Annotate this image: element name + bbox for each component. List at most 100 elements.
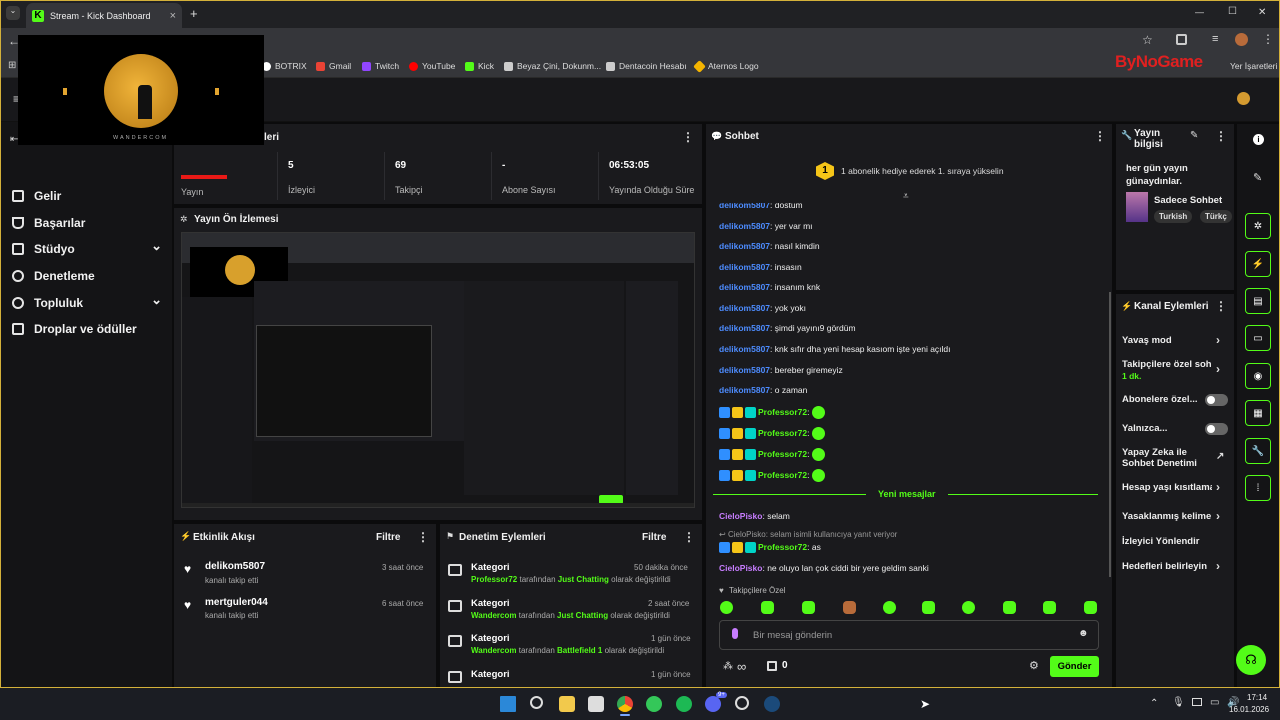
emote-icon[interactable] bbox=[962, 601, 975, 614]
user-avatar[interactable] bbox=[1237, 92, 1250, 105]
external-link-icon[interactable]: ↗ bbox=[1216, 451, 1224, 462]
activity-user[interactable]: mertguler044 bbox=[205, 597, 268, 608]
chevron-right-icon[interactable]: › bbox=[1216, 362, 1220, 376]
moderation-actor[interactable]: Wandercom bbox=[471, 646, 517, 655]
support-button[interactable]: ☊ bbox=[1236, 645, 1266, 675]
more-options-button[interactable]: ⁞ bbox=[1245, 475, 1271, 501]
stats-menu-icon[interactable]: ⋮ bbox=[682, 130, 694, 144]
window-maximize-button[interactable]: ☐ bbox=[1228, 6, 1237, 17]
bookmark-aternos[interactable]: Aternos Logo bbox=[693, 59, 759, 73]
tools-button[interactable]: 🔧 bbox=[1245, 438, 1271, 464]
browser-menu-icon[interactable]: ⋮ bbox=[1262, 32, 1274, 46]
tray-chevron-icon[interactable]: ⌃ bbox=[1150, 698, 1158, 709]
chat-username[interactable]: Professor72 bbox=[758, 407, 807, 417]
chat-input[interactable]: Bir mesaj gönderin ☻ bbox=[719, 620, 1099, 650]
chat-username[interactable]: CieloPisko bbox=[719, 563, 762, 573]
stream-info-menu-icon[interactable]: ⋮ bbox=[1215, 129, 1227, 143]
microphone-icon[interactable] bbox=[732, 628, 738, 639]
chat-username[interactable]: Professor72 bbox=[758, 428, 807, 438]
moderation-actor[interactable]: Professor72 bbox=[471, 575, 517, 584]
bookmark-botrix[interactable]: BOTRIX bbox=[262, 61, 307, 71]
tag-chip[interactable]: Türkç bbox=[1200, 210, 1232, 223]
chat-button[interactable]: ▭ bbox=[1245, 325, 1271, 351]
tray-display-icon[interactable] bbox=[1192, 698, 1202, 706]
sidebar-item-topluluk[interactable]: Topluluk ⌄ bbox=[12, 292, 162, 310]
emote-icon[interactable] bbox=[720, 601, 733, 614]
sidebar-item-basarilar[interactable]: Başarılar bbox=[12, 216, 162, 230]
notes-button[interactable]: ▤ bbox=[1245, 288, 1271, 314]
windows-start-icon[interactable] bbox=[500, 696, 516, 712]
sidebar-item-denetleme[interactable]: Denetleme bbox=[12, 269, 162, 283]
search-icon[interactable] bbox=[530, 696, 543, 709]
chat-username[interactable]: delikom5807 bbox=[719, 241, 770, 251]
tab-close-icon[interactable]: × bbox=[170, 10, 176, 22]
gift-icon[interactable] bbox=[767, 661, 777, 671]
emote-icon[interactable] bbox=[1084, 601, 1097, 614]
broadcast-button[interactable]: ◉ bbox=[1245, 363, 1271, 389]
activity-user[interactable]: delikom5807 bbox=[205, 561, 265, 572]
moderation-menu-icon[interactable]: ⋮ bbox=[683, 530, 695, 544]
emoji-icon[interactable]: ☻ bbox=[1078, 628, 1089, 639]
moderation-actor[interactable]: Wandercom bbox=[471, 611, 517, 620]
sidebar-item-gelir[interactable]: Gelir bbox=[12, 189, 162, 203]
apps-grid-icon[interactable]: ⊞ bbox=[8, 60, 16, 71]
tray-network-icon[interactable]: ▭ bbox=[1210, 697, 1219, 708]
emote-icon[interactable] bbox=[883, 601, 896, 614]
activity-filter-button[interactable]: Filtre bbox=[376, 532, 400, 543]
emote-only-toggle[interactable] bbox=[1205, 423, 1228, 435]
browser-tab-active[interactable]: K Stream - Kick Dashboard × bbox=[26, 3, 182, 28]
bookmark-youtube[interactable]: YouTube bbox=[409, 61, 455, 71]
action-redirect-viewers[interactable]: İzleyici Yönlendir bbox=[1122, 536, 1199, 547]
chat-username[interactable]: Professor72 bbox=[758, 449, 807, 459]
chat-username[interactable]: delikom5807 bbox=[719, 344, 770, 354]
discord-icon[interactable] bbox=[705, 696, 721, 712]
action-slow-mode[interactable]: Yavaş mod bbox=[1122, 335, 1172, 346]
preview-video[interactable] bbox=[181, 232, 695, 508]
window-close-button[interactable]: ✕ bbox=[1258, 7, 1266, 18]
sidebar-item-droplar[interactable]: Droplar ve ödüller bbox=[12, 322, 162, 336]
tab-search-button[interactable]: ⌄ bbox=[6, 6, 20, 20]
spotify-icon[interactable] bbox=[676, 696, 692, 712]
bookmark-kick[interactable]: Kick bbox=[465, 61, 494, 71]
emote-icon[interactable] bbox=[843, 601, 856, 614]
chevron-right-icon[interactable]: › bbox=[1216, 509, 1220, 523]
moderation-filter-button[interactable]: Filtre bbox=[642, 532, 666, 543]
bookmark-star-icon[interactable]: ☆ bbox=[1142, 33, 1153, 47]
subscribers-only-toggle[interactable] bbox=[1205, 394, 1228, 406]
profile-avatar[interactable] bbox=[1235, 33, 1248, 46]
action-account-age[interactable]: Hesap yaşı kısıtlama bbox=[1122, 482, 1212, 493]
chevron-right-icon[interactable]: › bbox=[1216, 333, 1220, 347]
sidebar-item-studyo[interactable]: Stüdyo ⌄ bbox=[12, 238, 162, 256]
chat-username[interactable]: delikom5807 bbox=[719, 365, 770, 375]
action-set-goals[interactable]: Hedefleri belirleyin bbox=[1122, 561, 1207, 572]
chat-username[interactable]: delikom5807 bbox=[719, 303, 770, 313]
chat-username[interactable]: delikom5807 bbox=[719, 282, 770, 292]
action-followers-only[interactable]: Takipçilere özel sohl bbox=[1122, 359, 1212, 370]
chat-username[interactable]: CieloPisko bbox=[719, 511, 762, 521]
chat-username[interactable]: Professor72 bbox=[758, 470, 807, 480]
emote-icon[interactable] bbox=[802, 601, 815, 614]
activity-menu-icon[interactable]: ⋮ bbox=[417, 530, 429, 544]
bookmark-folder[interactable]: Yer İşaretleri bbox=[1230, 61, 1277, 71]
chrome-icon[interactable] bbox=[617, 696, 633, 712]
pencil-icon[interactable]: ✎ bbox=[1253, 171, 1262, 184]
action-emote-only[interactable]: Yalnızca... bbox=[1122, 423, 1167, 434]
extensions-icon[interactable] bbox=[1176, 34, 1187, 45]
channel-actions-menu-icon[interactable]: ⋮ bbox=[1215, 299, 1227, 313]
edit-pencil-icon[interactable]: ✎ bbox=[1190, 130, 1198, 141]
bookmark-beyaz-cini[interactable]: Beyaz Çini, Dokunm... bbox=[504, 61, 601, 71]
tray-mic-icon[interactable]: 🎙 bbox=[1172, 697, 1185, 708]
stream-preview-button[interactable]: ✲ bbox=[1245, 213, 1271, 239]
chat-settings-gear-icon[interactable]: ⚙ bbox=[1029, 659, 1039, 672]
quick-actions-button[interactable]: ⚡ bbox=[1245, 251, 1271, 277]
emote-icon[interactable] bbox=[1043, 601, 1056, 614]
chat-menu-icon[interactable]: ⋮ bbox=[1094, 129, 1106, 143]
chat-username[interactable]: delikom5807 bbox=[719, 385, 770, 395]
clock-date[interactable]: 16.01.2026 bbox=[1229, 705, 1269, 714]
chat-username[interactable]: Professor72 bbox=[758, 542, 807, 552]
action-banned-words[interactable]: Yasaklanmış kelime bbox=[1122, 511, 1212, 522]
bookmark-twitch[interactable]: Twitch bbox=[362, 61, 399, 71]
window-minimize-button[interactable]: — bbox=[1195, 7, 1204, 17]
chevron-right-icon[interactable]: › bbox=[1216, 559, 1220, 573]
send-button[interactable]: Gönder bbox=[1050, 656, 1099, 677]
